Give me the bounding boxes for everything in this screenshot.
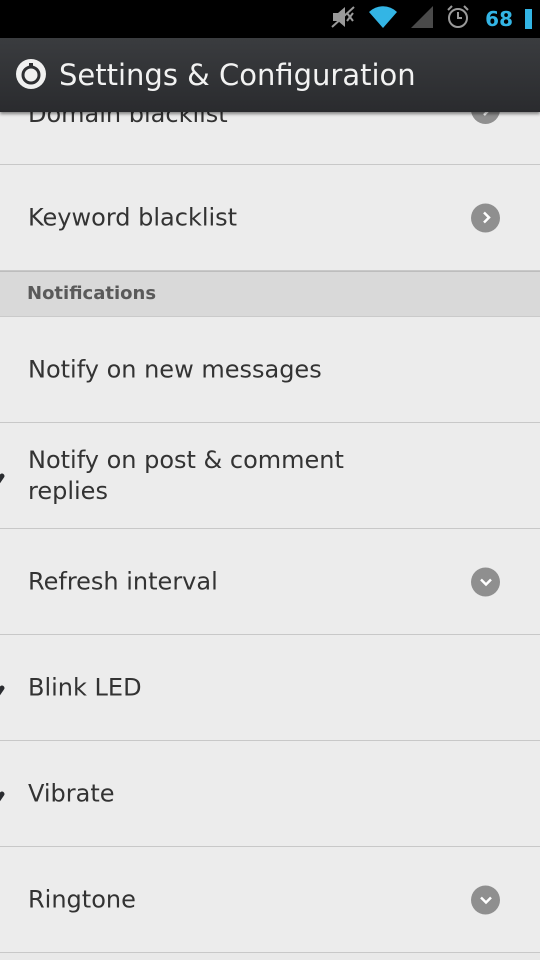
setting-label: Domain blacklist [28, 112, 228, 128]
page-title: Settings & Configuration [59, 58, 416, 92]
setting-label: Notify on new messages [28, 355, 322, 383]
setting-label: Notify on post & comment replies [28, 445, 344, 505]
battery-level: 68 [485, 7, 513, 31]
setting-keyword-blacklist[interactable]: Keyword blacklist [0, 165, 540, 271]
settings-gear-icon[interactable] [15, 58, 47, 90]
setting-label: Keyword blacklist [28, 203, 238, 231]
battery-icon [525, 9, 532, 29]
settings-list[interactable]: Domain blacklist Keyword blacklist Notif… [0, 112, 540, 960]
signal-icon [409, 4, 435, 34]
setting-notify-new-messages[interactable]: Notify on new messages [0, 317, 540, 423]
setting-vibrate[interactable]: Vibrate [0, 741, 540, 847]
action-bar: Settings & Configuration [0, 38, 540, 112]
setting-domain-blacklist[interactable]: Domain blacklist [0, 112, 540, 165]
section-label: Notifications [27, 283, 157, 304]
settings-list-inner: Domain blacklist Keyword blacklist Notif… [0, 112, 540, 953]
chevron-down-icon [471, 885, 500, 914]
setting-label: Vibrate [28, 779, 115, 807]
setting-label: Refresh interval [28, 567, 218, 595]
alarm-icon [445, 4, 471, 34]
setting-refresh-interval[interactable]: Refresh interval [0, 529, 540, 635]
setting-ringtone[interactable]: Ringtone [0, 847, 540, 953]
section-header-notifications: Notifications [0, 271, 540, 317]
wifi-icon [367, 4, 399, 34]
chevron-right-icon [471, 112, 500, 124]
setting-label: Blink LED [28, 673, 142, 701]
chevron-right-icon [471, 203, 500, 232]
setting-label: Ringtone [28, 885, 136, 913]
status-bar: 68 [0, 0, 540, 38]
setting-blink-led[interactable]: Blink LED [0, 635, 540, 741]
status-icons: 68 [329, 5, 532, 33]
chevron-down-icon [471, 567, 500, 596]
setting-notify-replies[interactable]: Notify on post & comment replies [0, 423, 540, 529]
mute-icon [329, 4, 357, 34]
